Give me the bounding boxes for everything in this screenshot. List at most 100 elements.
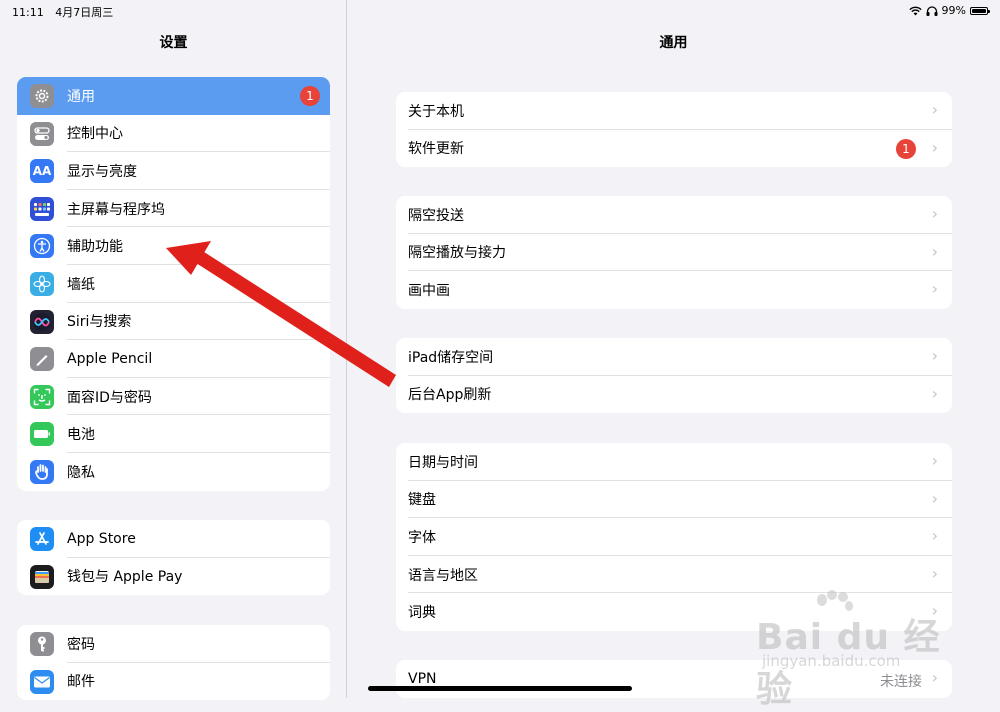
- panel-title: 通用: [659, 35, 688, 51]
- chevron-right-icon: ›: [931, 451, 938, 470]
- battery-fill: [972, 8, 986, 13]
- sidebar-item[interactable]: 密码: [17, 625, 330, 663]
- chevron-right-icon: ›: [931, 204, 938, 223]
- settings-row[interactable]: 隔空投送 ›: [396, 196, 952, 234]
- sidebar-group: 密码 邮件: [17, 625, 330, 701]
- settings-row[interactable]: 后台App刷新 ›: [396, 376, 952, 414]
- settings-row-label: 软件更新: [408, 141, 464, 158]
- settings-row[interactable]: 语言与地区 ›: [396, 556, 952, 594]
- status-bar: 11:11 4月7日周三 99%: [0, 0, 1000, 22]
- sidebar-item-label: 显示与亮度: [67, 163, 137, 180]
- settings-row-label: 关于本机: [408, 103, 464, 120]
- sidebar-item-label: 墙纸: [67, 276, 95, 293]
- status-time: 11:11: [12, 6, 44, 19]
- settings-row-label: 词典: [408, 605, 436, 622]
- settings-row[interactable]: 画中画 ›: [396, 271, 952, 309]
- settings-row-label: VPN: [408, 670, 437, 687]
- sidebar-item[interactable]: 辅助功能: [17, 227, 330, 265]
- sidebar-item-label: 密码: [67, 636, 95, 653]
- sidebar-item-label: 通用: [67, 88, 95, 105]
- sidebar-item[interactable]: 面容ID与密码: [17, 378, 330, 416]
- settings-row[interactable]: 软件更新 1 ›: [396, 130, 952, 168]
- settings-group: iPad储存空间 › 后台App刷新 ›: [396, 338, 952, 414]
- settings-group: 隔空投送 › 隔空播放与接力 › 画中画 ›: [396, 196, 952, 309]
- settings-sidebar: 设置 通用 1 控制中心 AA 显示与亮度主屏幕与程序坞 辅助功能墙纸 Siri与搜索 App…: [0, 0, 347, 701]
- chevron-right-icon: ›: [931, 279, 938, 299]
- settings-row-label: 隔空播放与接力: [408, 245, 506, 262]
- settings-group: 关于本机 › 软件更新 1 ›: [396, 92, 952, 168]
- settings-row[interactable]: 日期与时间 ›: [396, 443, 952, 481]
- settings-row-label: 字体: [408, 529, 436, 546]
- chevron-right-icon: ›: [931, 137, 938, 157]
- chevron-right-icon: ›: [931, 346, 938, 365]
- settings-row-label: 键盘: [408, 492, 436, 509]
- mail-icon: [30, 669, 54, 694]
- chevron-right-icon: ›: [931, 241, 938, 261]
- wifi-icon: [908, 6, 922, 15]
- battery-status-icon: [970, 6, 990, 15]
- sidebar-item[interactable]: AA 显示与亮度: [17, 152, 330, 190]
- wallet-icon: [30, 564, 54, 589]
- sidebar-item-label: App Store: [67, 530, 136, 547]
- sidebar-item-label: 邮件: [67, 674, 95, 691]
- status-left: 11:11 4月7日周三: [12, 4, 113, 20]
- settings-row-label: 后台App刷新: [408, 387, 492, 404]
- chevron-right-icon: ›: [931, 563, 938, 583]
- sidebar-item[interactable]: 邮件: [17, 663, 330, 701]
- sidebar-item-label: 面容ID与密码: [67, 389, 152, 406]
- baidu-watermark: Bai du 经验 jingyan.baidu.com: [748, 590, 948, 710]
- settings-row[interactable]: 字体 ›: [396, 518, 952, 556]
- hand-icon: [30, 459, 54, 484]
- sidebar-item[interactable]: Apple Pencil: [17, 340, 330, 378]
- pencil-icon: [30, 347, 54, 372]
- sidebar-item-label: 控制中心: [67, 126, 123, 143]
- sidebar-item-label: Siri与搜索: [67, 314, 132, 331]
- sidebar-group: App Store 钱包与 Apple Pay: [17, 520, 330, 596]
- battery-percent: 99%: [941, 4, 966, 17]
- settings-row-label: 隔空投送: [408, 207, 464, 224]
- settings-row[interactable]: 隔空播放与接力 ›: [396, 234, 952, 272]
- flower-icon: [30, 271, 54, 296]
- home-grid-icon: [30, 196, 54, 221]
- settings-row-label: iPad储存空间: [408, 349, 494, 366]
- sidebar-item[interactable]: 隐私: [17, 453, 330, 491]
- settings-row-label: 日期与时间: [408, 454, 478, 471]
- sidebar-item-label: Apple Pencil: [67, 350, 153, 367]
- sidebar-item[interactable]: 控制中心: [17, 115, 330, 153]
- sidebar-item-label: 主屏幕与程序坞: [67, 201, 165, 218]
- chevron-right-icon: ›: [931, 383, 938, 403]
- sidebar-item-label: 辅助功能: [67, 239, 123, 256]
- home-indicator[interactable]: [368, 686, 632, 691]
- sidebar-item-label: 电池: [67, 427, 95, 444]
- gear-icon: [30, 84, 54, 108]
- sidebar-item[interactable]: 墙纸: [17, 265, 330, 303]
- chevron-right-icon: ›: [931, 100, 938, 119]
- siri-icon: [30, 309, 54, 334]
- settings-row[interactable]: iPad储存空间 ›: [396, 338, 952, 376]
- headphones-icon: [926, 5, 938, 16]
- sidebar-title: 设置: [159, 35, 188, 51]
- key-icon: [30, 632, 54, 656]
- toggles-icon: [30, 121, 54, 146]
- status-right: 99%: [908, 4, 990, 17]
- settings-row-label: 语言与地区: [408, 567, 478, 584]
- sidebar-item-label: 钱包与 Apple Pay: [67, 569, 183, 586]
- sidebar-item[interactable]: App Store: [17, 520, 330, 558]
- app-store-icon: [30, 527, 54, 551]
- chevron-right-icon: ›: [931, 526, 938, 546]
- notification-badge: 1: [300, 86, 320, 106]
- watermark-url: jingyan.baidu.com: [762, 652, 901, 670]
- sidebar-item[interactable]: Siri与搜索: [17, 303, 330, 341]
- sidebar-item[interactable]: 主屏幕与程序坞: [17, 190, 330, 228]
- face-id-icon: [30, 384, 54, 409]
- settings-row-label: 画中画: [408, 282, 450, 299]
- settings-row[interactable]: 关于本机 ›: [396, 92, 952, 130]
- sidebar-item[interactable]: 电池: [17, 415, 330, 453]
- notification-badge: 1: [896, 138, 916, 159]
- sidebar-item-label: 隐私: [67, 464, 95, 481]
- sidebar-item[interactable]: 通用 1: [17, 77, 330, 115]
- sidebar-item[interactable]: 钱包与 Apple Pay: [17, 558, 330, 596]
- battery-icon: [30, 422, 54, 447]
- accessibility-icon: [30, 234, 54, 259]
- settings-row[interactable]: 键盘 ›: [396, 481, 952, 519]
